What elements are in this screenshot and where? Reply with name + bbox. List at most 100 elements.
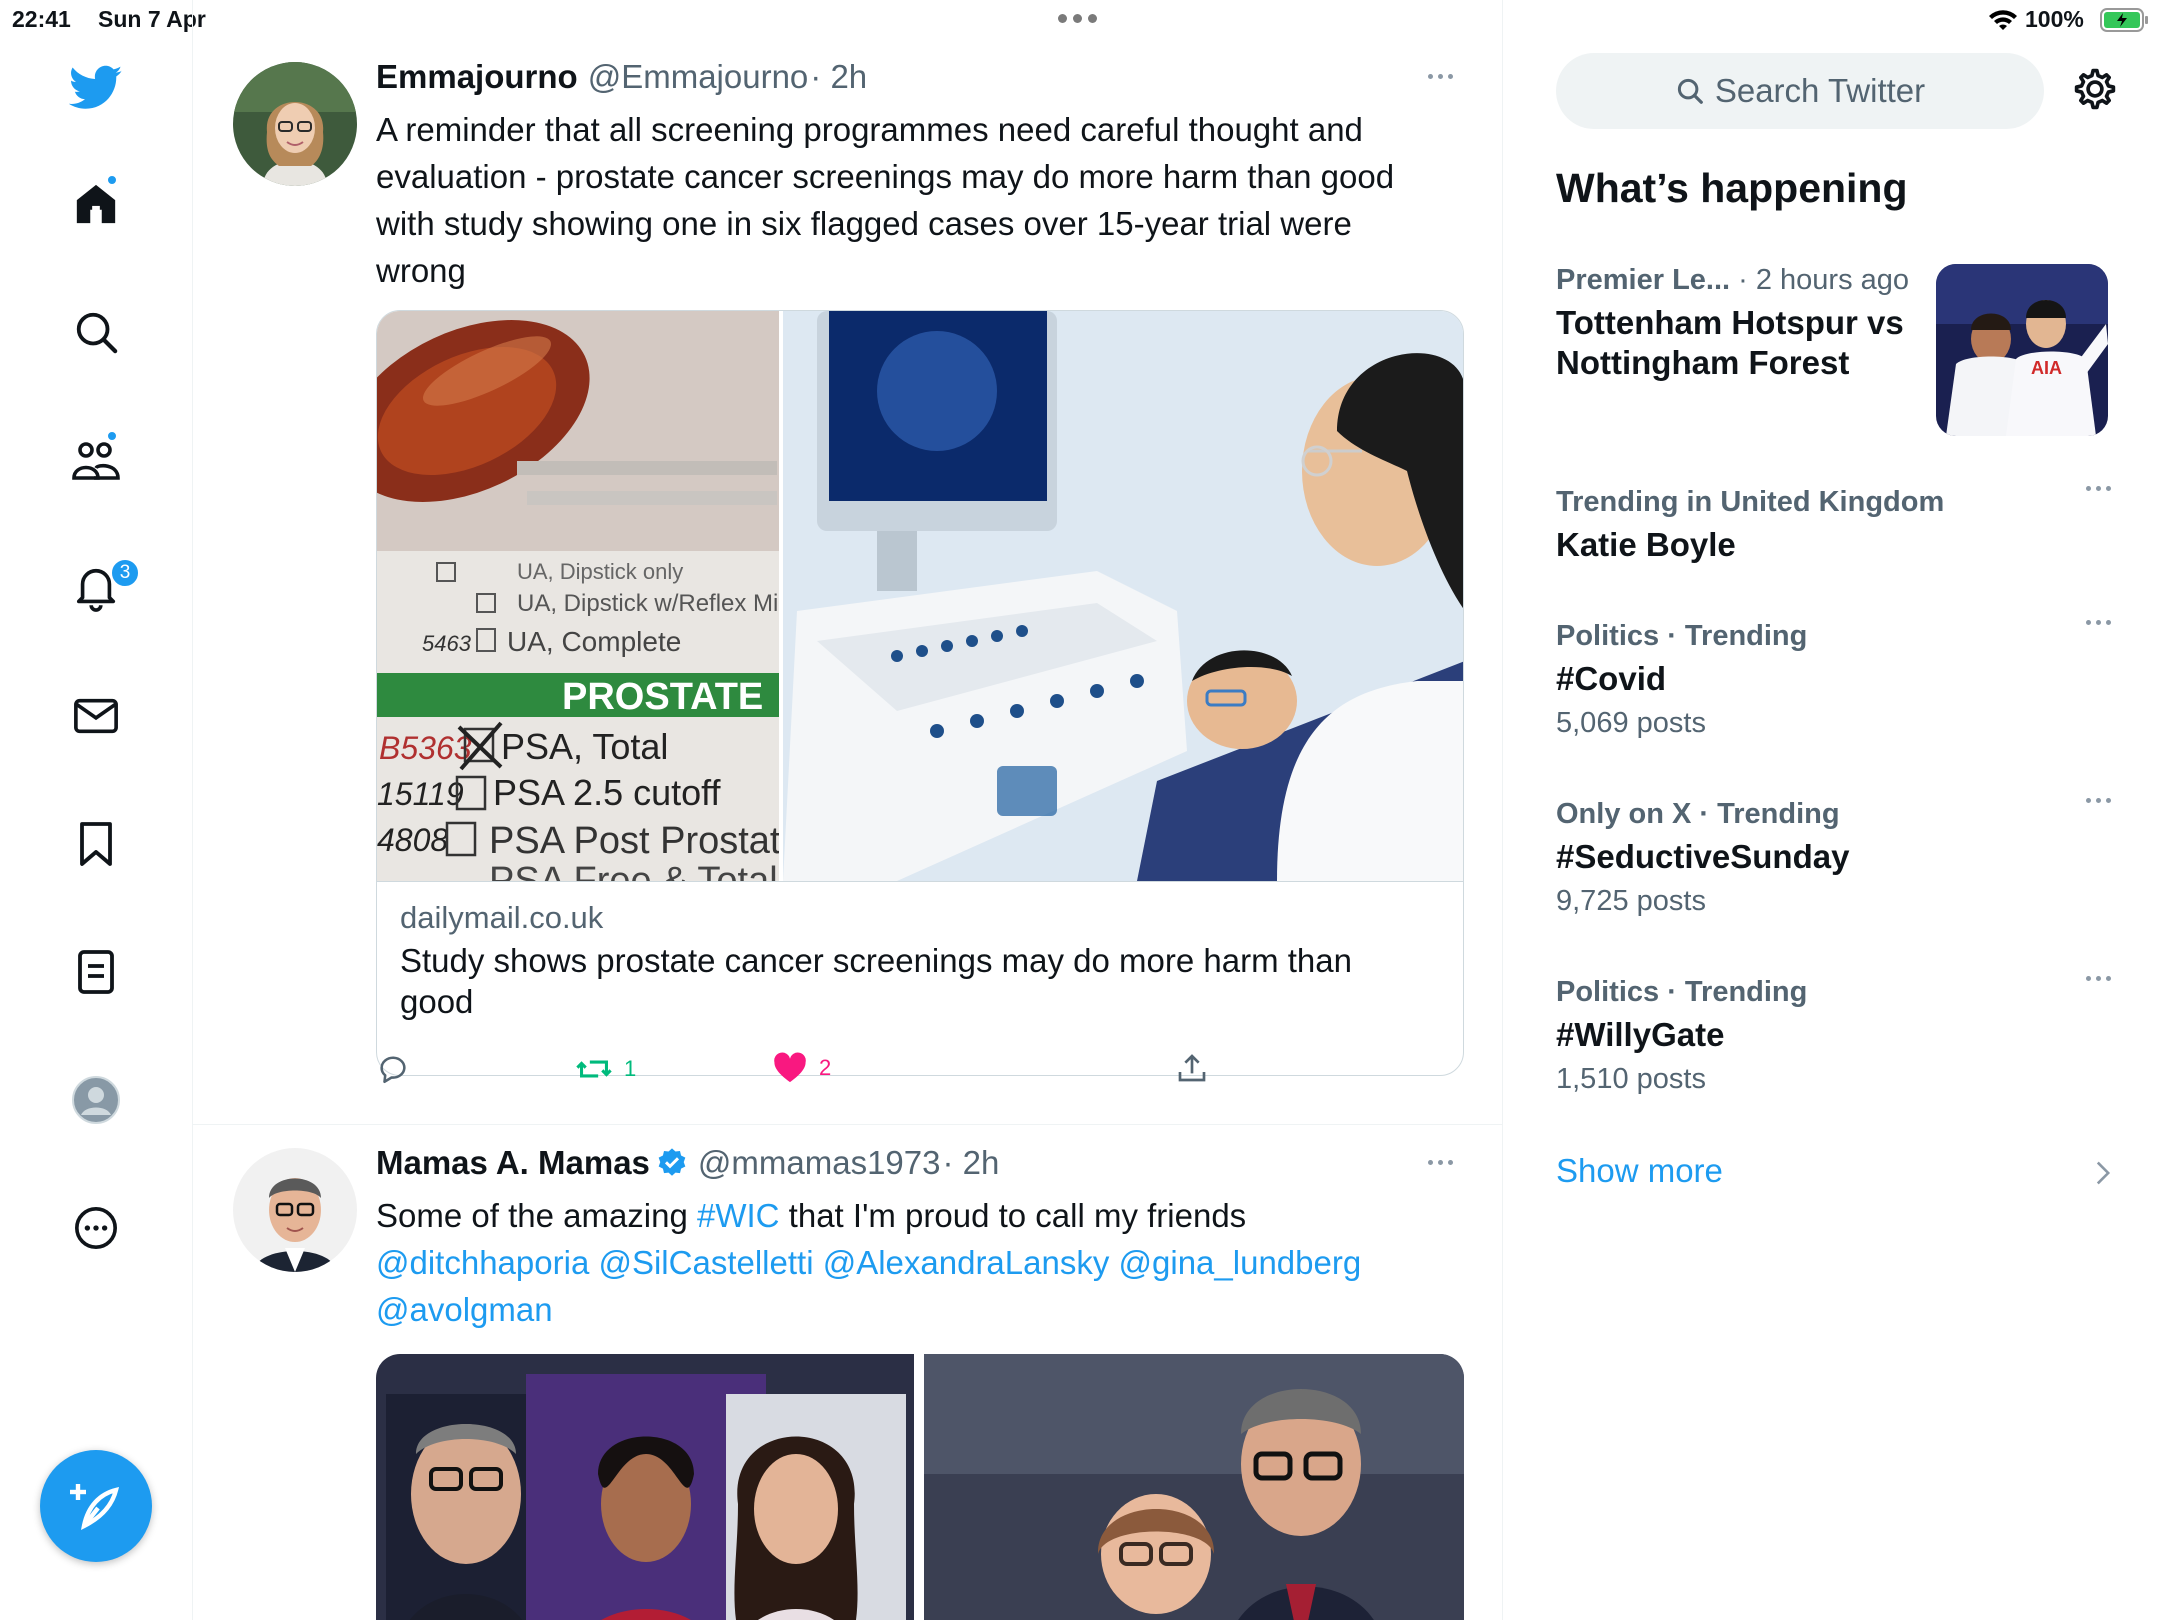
form-line: UA, Dipstick only bbox=[517, 559, 683, 584]
communities-icon bbox=[72, 442, 120, 480]
hashtag-link[interactable]: #WIC bbox=[697, 1197, 780, 1234]
trend-title: #SeductiveSunday bbox=[1556, 838, 1850, 875]
tweet-time[interactable]: · 2h bbox=[810, 58, 867, 96]
trend-item[interactable]: Politics · Trending #WillyGate 1,510 pos… bbox=[1556, 976, 2116, 1096]
author-name[interactable]: Emmajourno bbox=[376, 58, 578, 96]
search-icon bbox=[1677, 78, 1703, 104]
form-code: 5463 bbox=[422, 631, 472, 656]
home-new-dot bbox=[106, 174, 118, 186]
reply-button[interactable] bbox=[376, 1052, 410, 1086]
search-placeholder: Search Twitter bbox=[1714, 72, 1926, 109]
nav-communities[interactable] bbox=[66, 430, 126, 490]
envelope-icon bbox=[74, 698, 118, 734]
more-options-icon[interactable] bbox=[1428, 1160, 1453, 1165]
link-domain: dailymail.co.uk bbox=[400, 900, 604, 935]
tweet-text: Some of the amazing #WIC that I'm proud … bbox=[376, 1192, 1436, 1333]
right-sidebar: Search Twitter What’s happening Premier … bbox=[1504, 0, 2160, 1620]
form-code: 4808 bbox=[377, 822, 448, 858]
more-options-icon[interactable] bbox=[2086, 486, 2111, 491]
compose-tweet-button[interactable] bbox=[40, 1450, 152, 1562]
trend-count: 5,069 posts bbox=[1556, 707, 1706, 739]
author-handle[interactable]: @mmamas1973 bbox=[698, 1144, 941, 1182]
link-title: Study shows prostate cancer screenings m… bbox=[400, 942, 1352, 1020]
form-line: UA, Dipstick w/Reflex Micro bbox=[517, 590, 812, 617]
notifications-badge: 3 bbox=[110, 558, 140, 588]
link-card-image: UA, Dipstick only UA, Dipstick w/Reflex … bbox=[377, 311, 1463, 902]
form-line: PSA Free & Total bbox=[489, 860, 778, 881]
show-more-link[interactable]: Show more bbox=[1556, 1152, 1723, 1190]
nav-home[interactable] bbox=[66, 174, 126, 234]
share-icon bbox=[1178, 1054, 1206, 1082]
trend-title: Katie Boyle bbox=[1556, 526, 1736, 563]
nav-lists[interactable] bbox=[66, 942, 126, 1002]
sponsor-text: AIA bbox=[2031, 358, 2062, 378]
retweet-button[interactable]: 1 bbox=[576, 1052, 636, 1086]
heart-icon bbox=[774, 1052, 806, 1083]
gear-icon[interactable] bbox=[2072, 66, 2118, 112]
avatar[interactable] bbox=[233, 1148, 357, 1272]
nav-more[interactable] bbox=[66, 1198, 126, 1258]
trend-title: #Covid bbox=[1556, 660, 1667, 697]
mention-links[interactable]: @ditchhaporia @SilCastelletti @Alexandra… bbox=[376, 1244, 1361, 1328]
share-button[interactable] bbox=[1176, 1052, 1208, 1084]
search-input[interactable]: Search Twitter bbox=[1556, 53, 2044, 129]
tweet-media[interactable] bbox=[376, 1354, 1464, 1620]
trend-category: Premier Le... bbox=[1556, 264, 1731, 296]
tweet[interactable]: Mamas A. Mamas @mmamas1973 · 2h Some of … bbox=[193, 1126, 1502, 1620]
home-icon bbox=[76, 184, 116, 224]
more-options-icon[interactable] bbox=[2086, 798, 2111, 803]
trend-count: 9,725 posts bbox=[1556, 885, 1706, 917]
nav-explore[interactable] bbox=[66, 302, 126, 362]
twitter-logo-icon[interactable] bbox=[66, 58, 126, 118]
author-name[interactable]: Mamas A. Mamas bbox=[376, 1144, 650, 1182]
avatar[interactable] bbox=[233, 62, 357, 186]
trend-meta: Only on X · Trending bbox=[1556, 798, 1840, 830]
trend-image[interactable]: AIA bbox=[1936, 264, 2108, 436]
left-navigation: 3 bbox=[0, 0, 193, 1620]
reply-icon bbox=[380, 1056, 406, 1084]
form-code: B5363 bbox=[379, 730, 472, 766]
tweet-text-part: that I'm proud to call my friends bbox=[779, 1197, 1247, 1234]
form-line: PSA 2.5 cutoff bbox=[493, 772, 721, 813]
communities-new-dot bbox=[106, 430, 118, 442]
form-line: UA, Complete bbox=[507, 626, 681, 657]
tweet-header: Emmajourno @Emmajourno · 2h bbox=[376, 58, 867, 96]
trend-count: 1,510 posts bbox=[1556, 1063, 1706, 1095]
more-circle-icon bbox=[75, 1207, 117, 1249]
bookmark-icon bbox=[80, 822, 112, 866]
form-code: 15119 bbox=[377, 776, 464, 812]
trend-time: · 2 hours ago bbox=[1730, 264, 1910, 296]
trend-title: #WillyGate bbox=[1556, 1016, 1725, 1053]
tweet-time[interactable]: · 2h bbox=[943, 1144, 1000, 1182]
more-options-icon[interactable] bbox=[1428, 74, 1453, 79]
link-card-text: dailymail.co.uk Study shows prostate can… bbox=[377, 881, 1463, 1075]
search-icon bbox=[76, 312, 118, 354]
trend-item[interactable]: Politics · Trending #Covid 5,069 posts bbox=[1556, 620, 2116, 740]
lists-icon bbox=[78, 950, 114, 994]
trend-meta: Politics · Trending bbox=[1556, 620, 1808, 652]
retweet-count: 1 bbox=[624, 1056, 637, 1081]
trend-item[interactable]: Trending in United Kingdom Katie Boyle bbox=[1556, 486, 2116, 565]
more-options-icon[interactable] bbox=[2086, 620, 2111, 625]
nav-bookmarks[interactable] bbox=[66, 814, 126, 874]
link-card[interactable]: UA, Dipstick only UA, Dipstick w/Reflex … bbox=[376, 310, 1464, 1076]
like-button[interactable]: 2 bbox=[773, 1052, 831, 1084]
trend-title: Tottenham Hotspur vs Nottingham Forest bbox=[1556, 304, 1904, 381]
nav-messages[interactable] bbox=[66, 686, 126, 746]
chevron-right-icon[interactable] bbox=[2094, 1160, 2112, 1186]
tweet[interactable]: Emmajourno @Emmajourno · 2h A reminder t… bbox=[193, 40, 1502, 1125]
nav-notifications[interactable]: 3 bbox=[66, 558, 140, 618]
author-handle[interactable]: @Emmajourno bbox=[588, 58, 809, 96]
verified-badge-icon bbox=[658, 1148, 686, 1176]
timeline: Emmajourno @Emmajourno · 2h A reminder t… bbox=[193, 0, 1503, 1620]
form-line: PSA, Total bbox=[501, 726, 668, 767]
whats-happening-title: What’s happening bbox=[1556, 165, 1908, 211]
tweet-header: Mamas A. Mamas @mmamas1973 · 2h bbox=[376, 1144, 999, 1182]
more-options-icon[interactable] bbox=[2086, 976, 2111, 981]
trend-meta: Trending in United Kingdom bbox=[1556, 486, 1945, 518]
avatar bbox=[72, 1076, 120, 1124]
nav-profile[interactable] bbox=[66, 1070, 126, 1130]
trend-item[interactable]: Only on X · Trending #SeductiveSunday 9,… bbox=[1556, 798, 2116, 918]
trend-meta: Politics · Trending bbox=[1556, 976, 1808, 1008]
feather-plus-icon bbox=[70, 1484, 120, 1530]
